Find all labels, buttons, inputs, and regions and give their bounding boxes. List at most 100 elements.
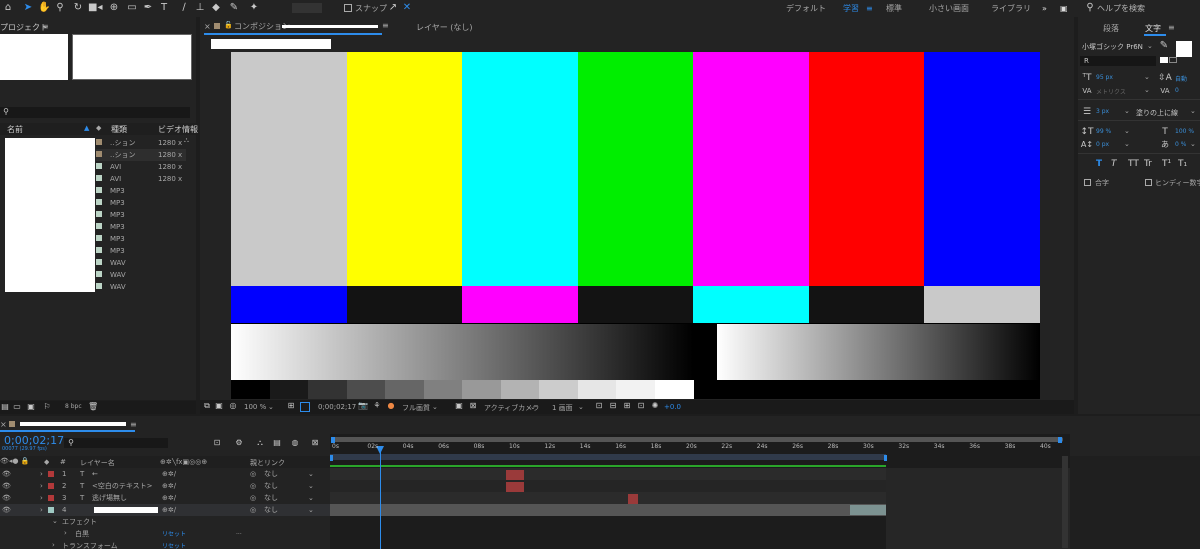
tsume-value[interactable]: 0 %	[1175, 141, 1186, 148]
frame-blending-icon[interactable]: ▤	[272, 436, 282, 450]
stroke-mode-select[interactable]: 塗りの上に線	[1136, 108, 1178, 118]
work-area-end[interactable]	[884, 455, 887, 461]
grid-icon[interactable]: ⊞	[286, 399, 296, 413]
timeline-scrollbar[interactable]	[1062, 456, 1068, 548]
viewer-timecode[interactable]: 0;00;02;17	[318, 403, 356, 411]
region-of-interest-icon[interactable]	[300, 402, 310, 412]
all-caps-button[interactable]: TT	[1128, 159, 1139, 169]
comp-breadcrumb[interactable]	[211, 39, 331, 49]
new-composition-icon[interactable]: ▣	[26, 400, 36, 414]
chevron-right-icon[interactable]: ›	[52, 541, 55, 549]
workspace-overflow-icon[interactable]: »	[1042, 3, 1047, 15]
hand-tool-icon[interactable]: ✋	[38, 1, 50, 15]
new-folder-icon[interactable]: ▭	[12, 400, 22, 414]
chevron-down-icon[interactable]: ⌄	[1144, 86, 1150, 94]
layer-tab[interactable]: レイヤー (なし)	[416, 22, 473, 33]
project-item[interactable]: MP3	[96, 233, 186, 245]
help-search-input[interactable]: ヘルプを検索	[1097, 3, 1145, 14]
work-area-start[interactable]	[330, 455, 333, 461]
layer-2-clip[interactable]	[506, 482, 524, 492]
layer-parent-select[interactable]: なし	[264, 468, 278, 480]
playhead-line[interactable]	[380, 446, 381, 549]
bpc-label[interactable]: 8 bpc	[65, 403, 82, 410]
faux-bold-button[interactable]: T	[1096, 159, 1102, 169]
chevron-down-icon[interactable]: ⌄	[530, 403, 536, 411]
home-icon[interactable]: ⌂	[2, 1, 14, 15]
tab-paragraph[interactable]: 段落	[1103, 23, 1119, 34]
chevron-down-icon[interactable]: ⌄	[432, 403, 438, 411]
swap-color-icon[interactable]	[1160, 57, 1168, 63]
comp-flowchart-icon[interactable]: ⊟	[608, 399, 618, 413]
fast-draft-icon[interactable]: ⊡	[636, 399, 646, 413]
chevron-right-icon[interactable]: ›	[64, 529, 67, 537]
label-color-swatch[interactable]	[96, 139, 102, 145]
label-color-swatch[interactable]	[96, 235, 102, 241]
clone-tool-icon[interactable]: ⊥	[194, 1, 206, 15]
project-search-input[interactable]: ⚲	[0, 107, 190, 118]
project-item[interactable]: MP3	[96, 245, 186, 257]
hindi-digits-checkbox[interactable]	[1145, 179, 1152, 186]
layer-label-swatch[interactable]	[48, 483, 54, 489]
parent-pickwhip-icon[interactable]: ◎	[250, 480, 256, 492]
layer-parent-select[interactable]: なし	[264, 492, 278, 504]
horizontal-scale-value[interactable]: 100 %	[1175, 128, 1194, 135]
layer-switches[interactable]: ⊕✲∕	[162, 492, 176, 504]
layer-row[interactable]: 👁 › 2 T <空白のテキスト> ⊕✲∕ ◎ なし ⌄	[0, 480, 330, 492]
layer-3-clip[interactable]	[628, 494, 638, 504]
label-color-swatch[interactable]	[96, 187, 102, 193]
project-item[interactable]: MP3	[96, 209, 186, 221]
column-video-info[interactable]: ビデオ情報	[158, 124, 198, 135]
project-item[interactable]: MP3	[96, 197, 186, 209]
label-color-swatch[interactable]	[96, 247, 102, 253]
shy-layers-icon[interactable]: ⛬	[255, 436, 265, 450]
layer-row[interactable]: 👁 › 4 ⊕✲∕ ◎ なし ⌄	[0, 504, 330, 516]
layer-name[interactable]: <空白のテキスト>	[92, 480, 158, 492]
workspace-learn[interactable]: 学習	[843, 3, 859, 15]
snap-options-icon[interactable]: ↗	[388, 1, 398, 15]
project-item[interactable]: WAV	[96, 269, 186, 281]
transparency-grid-icon[interactable]: ⊠	[468, 399, 478, 413]
eyedropper-icon[interactable]: ✎	[1158, 39, 1170, 53]
workspace-library[interactable]: ライブラリ	[991, 3, 1031, 15]
layer-parent-select[interactable]: なし	[264, 480, 278, 492]
track-layer-4[interactable]	[330, 504, 886, 516]
trash-icon[interactable]: 🗑	[88, 400, 98, 414]
visibility-icon[interactable]: 👁	[2, 504, 11, 516]
no-fill-icon[interactable]	[1169, 57, 1177, 63]
fast-preview-icon[interactable]: ▣	[454, 399, 464, 413]
parent-pickwhip-icon[interactable]: ◎	[250, 504, 256, 516]
brush-tool-icon[interactable]: ∕	[178, 1, 190, 15]
column-name[interactable]: 名前	[7, 124, 23, 135]
layer-parent-select[interactable]: なし	[264, 504, 278, 516]
eraser-tool-icon[interactable]: ◆	[210, 1, 222, 15]
pan-behind-icon[interactable]: ⊕	[108, 1, 120, 15]
panel-menu-icon[interactable]: ≡	[1168, 23, 1175, 32]
effect-black-white[interactable]: 白黒	[75, 529, 89, 539]
parent-pickwhip-icon[interactable]: ◎	[250, 492, 256, 504]
roto-brush-icon[interactable]: ✎	[228, 1, 240, 15]
snap-expand-icon[interactable]: ✕	[402, 1, 412, 15]
layer-name[interactable]: 逃げ場無し	[92, 492, 158, 504]
rectangle-tool-icon[interactable]: ▭	[126, 1, 138, 15]
label-color-swatch[interactable]	[96, 211, 102, 217]
time-navigator-bar[interactable]	[333, 437, 1063, 442]
draft-3d-icon[interactable]: ⚙	[234, 436, 244, 450]
interpret-footage-icon[interactable]: ▤	[0, 400, 10, 414]
subscript-button[interactable]: T₁	[1178, 159, 1187, 169]
workspace-menu-icon[interactable]: ≡	[866, 3, 873, 15]
column-type[interactable]: 種類	[111, 124, 127, 135]
chevron-down-icon[interactable]: ⌄	[578, 403, 584, 411]
chevron-down-icon[interactable]: ⌄	[268, 403, 274, 411]
workspace-default[interactable]: デフォルト	[786, 3, 826, 15]
zoom-select[interactable]: 100 %	[244, 403, 266, 411]
parent-pickwhip-icon[interactable]: ◎	[250, 468, 256, 480]
layer-label-swatch[interactable]	[48, 495, 54, 501]
visibility-icon[interactable]: 👁	[2, 468, 11, 480]
layer-switches[interactable]: ⊕✲∕	[162, 504, 176, 516]
chevron-down-icon[interactable]: ⌄	[1124, 140, 1130, 148]
layer-switches[interactable]: ⊕✲∕	[162, 480, 176, 492]
graph-editor-icon[interactable]: ⊠	[310, 436, 320, 450]
close-icon[interactable]: ×	[204, 22, 211, 31]
comp-tab-menu-icon[interactable]: ≡	[382, 21, 389, 30]
timeline-icon[interactable]: ⊞	[622, 399, 632, 413]
